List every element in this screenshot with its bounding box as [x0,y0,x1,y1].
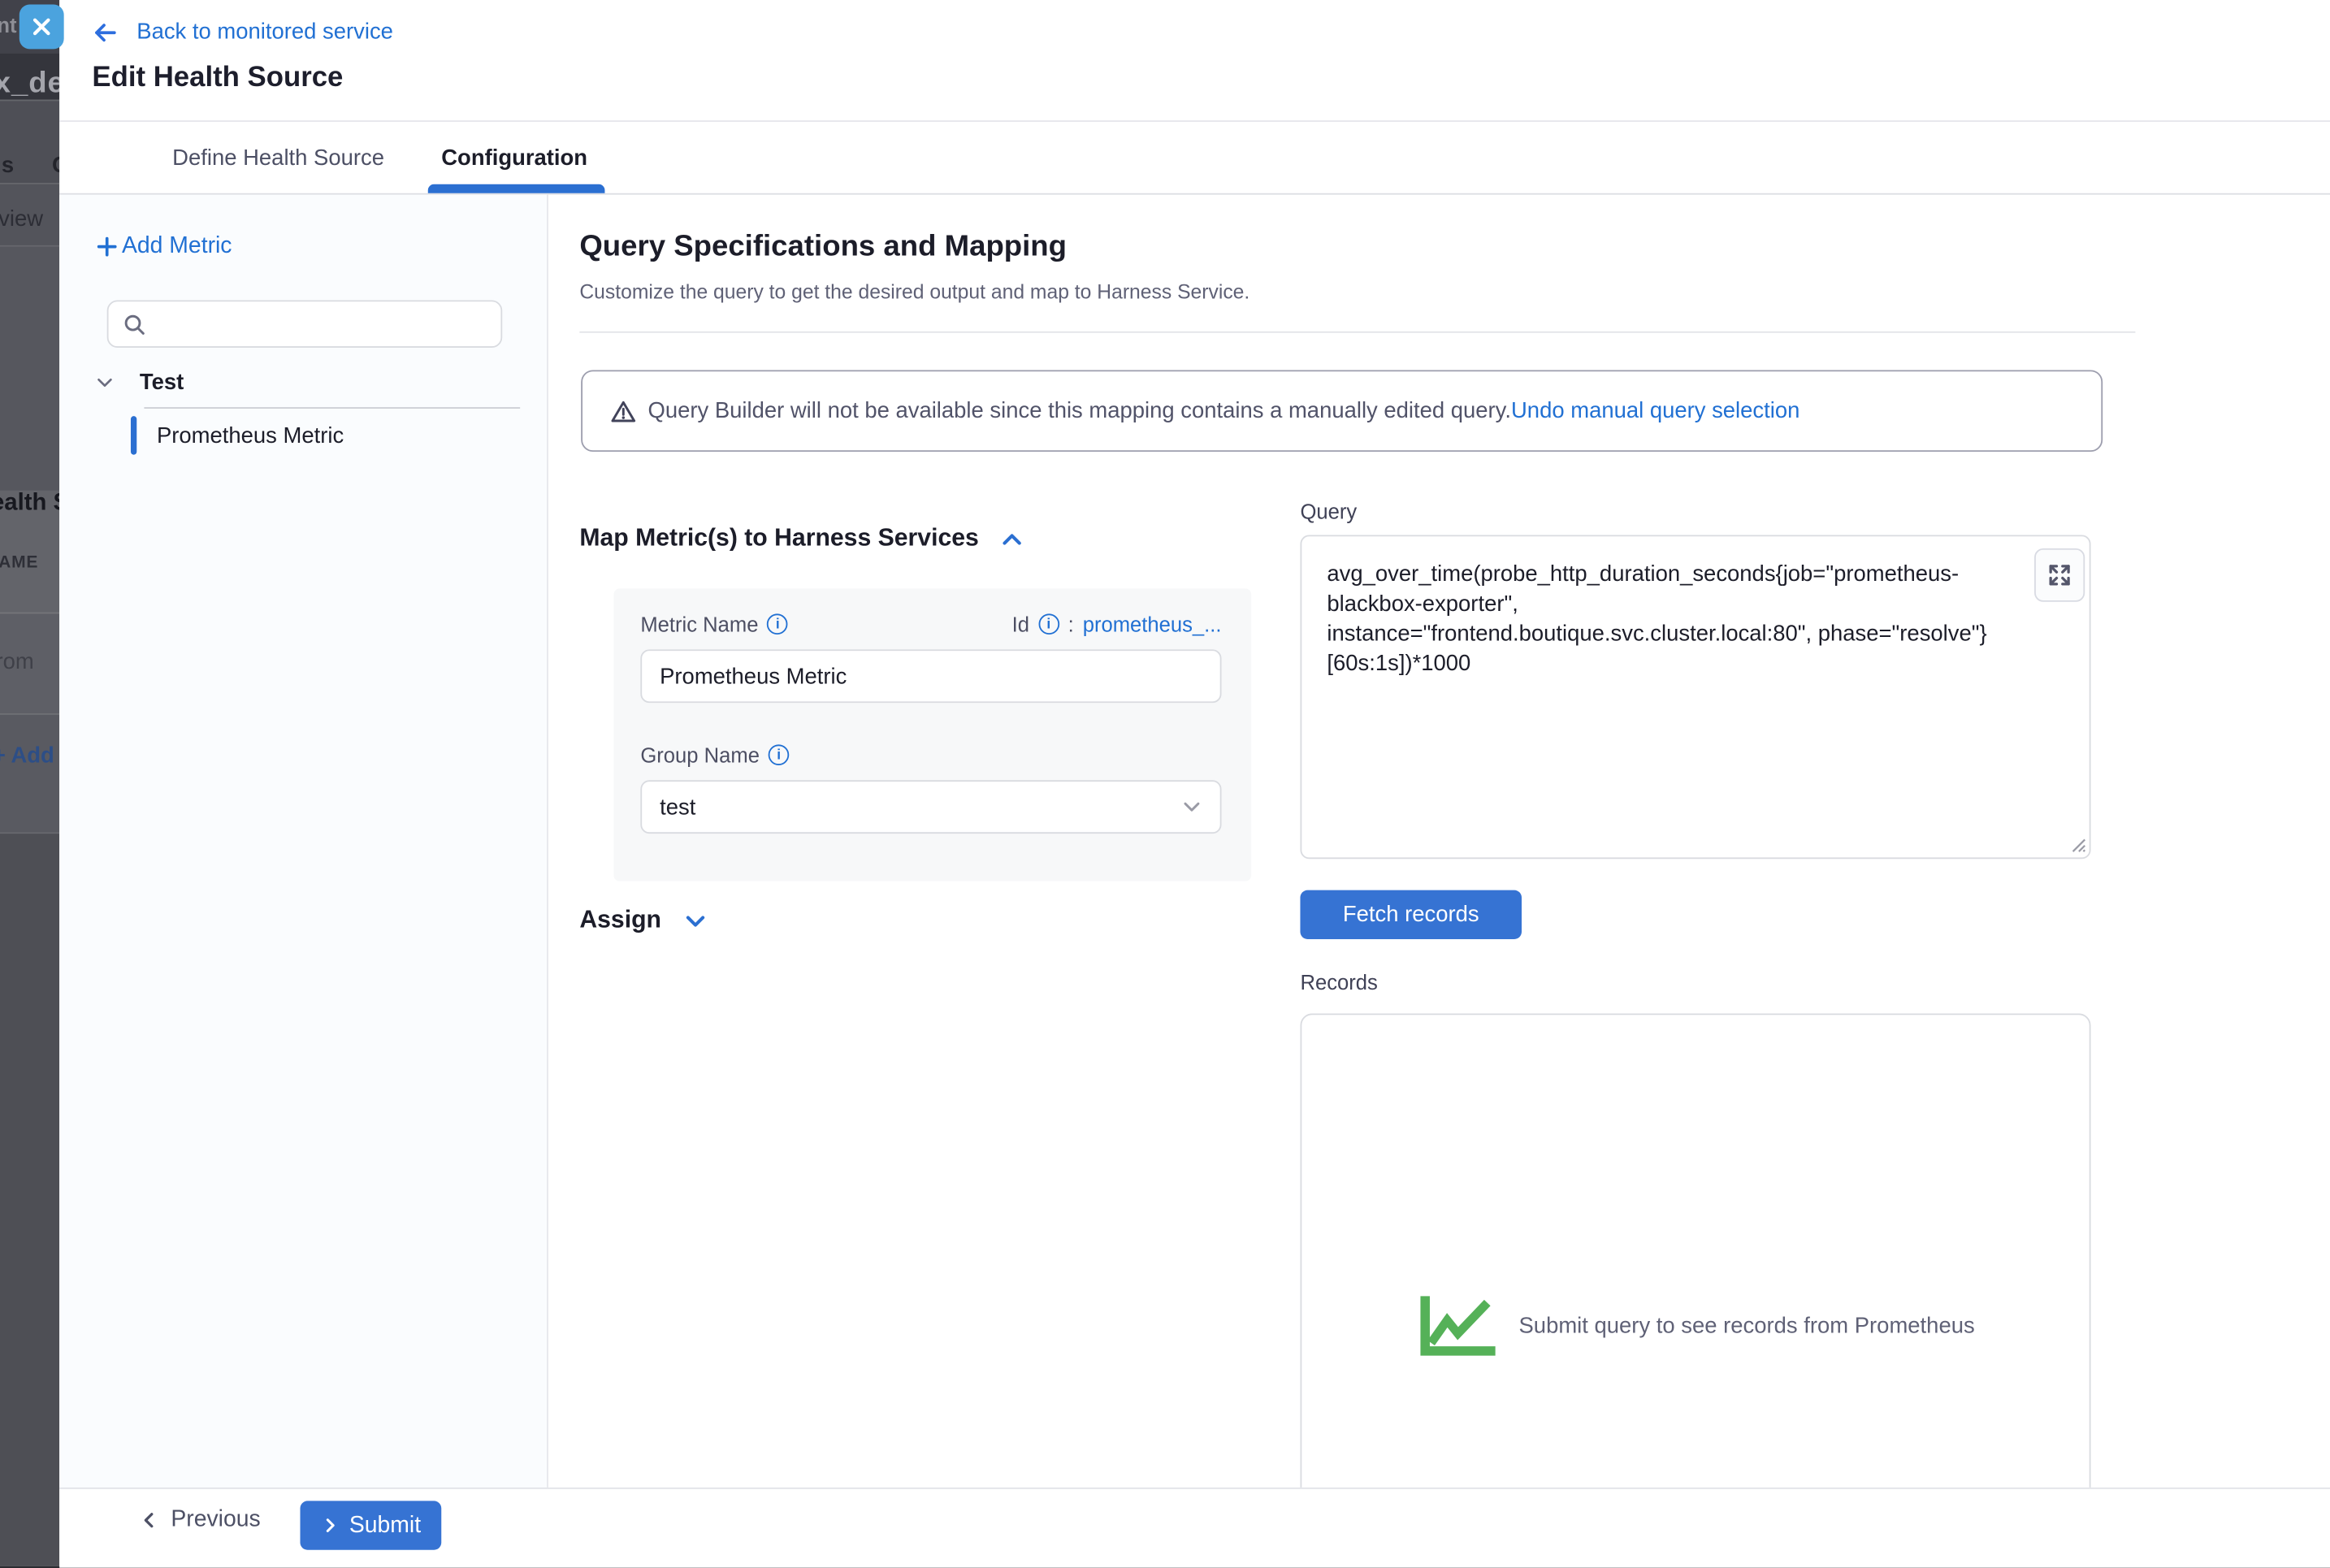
background-text-fragment: ealth S [0,491,59,518]
section-subtitle: Customize the query to get the desired o… [579,281,1249,303]
records-panel: Submit query to see records from Prometh… [1300,1013,2094,1487]
chevron-down-icon [1181,796,1202,817]
warning-icon [611,399,636,422]
query-label: Query [1300,500,1357,523]
previous-label: Previous [171,1507,260,1534]
section-divider [579,331,2135,333]
group-name-label-text: Group Name [640,743,760,767]
group-name-label: Group Name [640,743,789,767]
chevron-left-icon [140,1510,159,1531]
records-box: Submit query to see records from Prometh… [1300,1013,2090,1487]
previous-button[interactable]: Previous [140,1507,261,1534]
chevron-right-icon [321,1516,339,1536]
background-text-fragment: s [2,153,14,178]
search-input[interactable] [158,310,491,337]
assign-section-title: Assign [579,907,661,935]
background-text-fragment: x_dev [0,67,59,101]
chart-icon [1419,1293,1500,1358]
fetch-records-button[interactable]: Fetch records [1300,890,1522,939]
background-page-strip: nt x_dev s C view ealth S AME rom + Add [0,0,59,1566]
close-button[interactable] [19,4,64,49]
background-band [0,245,59,491]
metric-search-box [107,300,503,348]
tab-bar: Define Health Source Configuration [59,122,2330,195]
background-text-fragment: C [52,153,59,178]
records-label: Records [1300,970,1377,994]
back-link[interactable]: Back to monitored service [92,19,393,45]
map-metrics-section-title: Map Metric(s) to Harness Services [579,525,978,553]
background-text-fragment: view [0,206,43,232]
warning-text: Query Builder will not be available sinc… [647,398,1511,423]
background-divider [0,832,59,834]
query-textarea[interactable]: avg_over_time(probe_http_duration_second… [1300,535,2090,859]
metric-group-row[interactable]: Test [95,370,184,395]
group-name-value: test [660,795,695,820]
background-text-fragment: AME [0,554,38,572]
tab-configuration[interactable]: Configuration [441,122,587,193]
assign-section-toggle[interactable]: Assign [579,907,707,935]
chevron-up-icon [999,526,1023,550]
add-metric-label: Add Metric [122,233,232,260]
selected-item-bar [131,416,136,455]
chevron-down-icon [95,373,115,392]
background-divider [0,613,59,614]
edit-health-source-modal: nt x_dev s C view ealth S AME rom + Add … [0,0,2330,1566]
undo-manual-query-link[interactable]: Undo manual query selection [1511,398,1799,423]
add-metric-button[interactable]: Add Metric [95,233,232,260]
tab-define-health-source[interactable]: Define Health Source [172,122,384,193]
chevron-down-icon [683,908,707,932]
background-divider [0,183,59,184]
background-band [0,713,59,832]
metric-id-link[interactable]: prometheus_... [1083,613,1222,636]
records-empty-state: Submit query to see records from Prometh… [1301,1293,2092,1358]
info-icon[interactable] [769,744,790,765]
textarea-resize-handle[interactable] [2068,835,2086,853]
id-label: Id [1012,613,1029,636]
metric-name-input[interactable] [640,649,1221,703]
metric-group-divider [144,407,520,409]
active-tab-indicator [428,184,605,193]
background-divider [0,245,59,247]
submit-label: Submit [349,1512,421,1539]
background-divider [0,713,59,715]
query-builder-warning-banner: Query Builder will not be available sinc… [581,370,2103,452]
id-separator: : [1068,613,1074,636]
submit-button[interactable]: Submit [300,1501,441,1549]
metric-id-row: Id : prometheus_... [640,613,1221,636]
expand-query-button[interactable] [2034,548,2085,602]
metric-group-label: Test [140,370,184,395]
metric-item-label: Prometheus Metric [157,422,344,448]
background-band [0,832,59,1566]
arrow-left-icon [92,20,117,44]
search-icon [123,313,145,335]
info-icon[interactable] [1038,613,1059,635]
close-icon [31,16,52,37]
background-text-fragment: nt [0,13,17,37]
query-editor: avg_over_time(probe_http_duration_second… [1300,535,2090,859]
back-link-label: Back to monitored service [136,19,393,45]
background-text-fragment: rom [0,649,34,674]
section-title: Query Specifications and Mapping [579,231,1067,265]
plus-icon [95,235,119,258]
map-metrics-section-toggle[interactable]: Map Metric(s) to Harness Services [579,525,1023,553]
background-text-fragment: + Add [0,743,54,769]
expand-icon [2047,563,2071,587]
records-empty-text: Submit query to see records from Prometh… [1519,1313,1975,1338]
group-name-select[interactable]: test [640,780,1221,834]
page-title: Edit Health Source [92,63,343,95]
sidebar-item-prometheus-metric[interactable]: Prometheus Metric [131,416,344,455]
